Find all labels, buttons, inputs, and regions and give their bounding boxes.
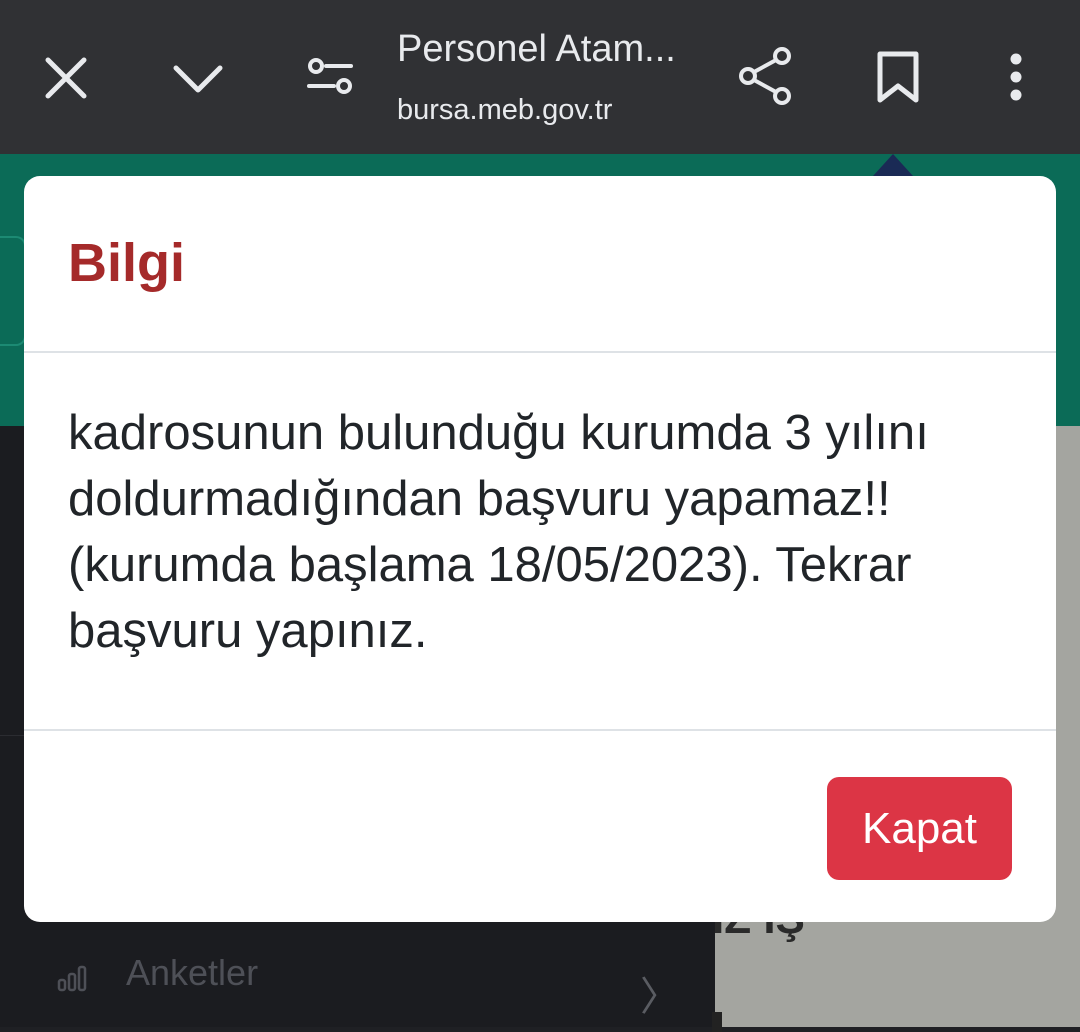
- chevron-down-icon[interactable]: [168, 50, 228, 106]
- more-vert-icon[interactable]: [1000, 50, 1032, 104]
- site-logo: [873, 154, 913, 176]
- page-settings-icon[interactable]: [302, 52, 358, 100]
- modal-title: Bilgi: [68, 233, 185, 293]
- modal-footer: Kapat: [24, 729, 1056, 922]
- header-card: [0, 236, 26, 346]
- share-icon[interactable]: [736, 44, 796, 108]
- modal-message: kadrosunun bulunduğu kurumda 3 yılını do…: [68, 406, 929, 658]
- browser-toolbar: Personel Atam... bursa.meb.gov.tr: [0, 0, 1080, 154]
- info-modal: Bilgi kadrosunun bulunduğu kurumda 3 yıl…: [24, 176, 1056, 922]
- bar-chart-icon: [56, 962, 88, 994]
- page-title[interactable]: Personel Atam...: [397, 28, 697, 71]
- page-url[interactable]: bursa.meb.gov.tr: [397, 94, 612, 127]
- sidebar-item-label: Anketler: [126, 952, 259, 993]
- partial-text-fragment: [712, 1012, 722, 1032]
- chevron-right-icon: 〉: [640, 975, 680, 1019]
- close-button[interactable]: Kapat: [827, 777, 1012, 880]
- modal-header: Bilgi: [24, 176, 1056, 353]
- sidebar-item-anketler[interactable]: Anketler 〉: [0, 936, 715, 1026]
- close-icon[interactable]: [38, 50, 94, 106]
- bookmark-icon[interactable]: [872, 48, 924, 106]
